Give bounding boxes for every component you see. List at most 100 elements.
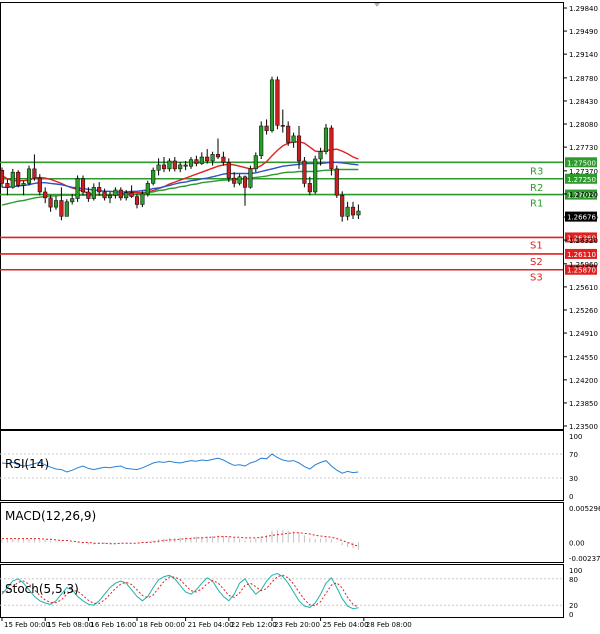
price-axis-label: 1.26320: [569, 237, 598, 245]
time-axis-label: 28 Feb 08:00: [366, 621, 412, 629]
rsi-axis-label: 0: [569, 493, 573, 501]
candle-body: [75, 178, 80, 199]
candle-body: [118, 189, 123, 199]
rsi-pane: RSI(14): [0, 430, 564, 501]
time-axis-label: 22 Feb 12:00: [231, 621, 277, 629]
price-pane: R3 R2 R1 S1 S2 S3: [0, 2, 564, 430]
candle-body: [151, 169, 156, 184]
price-axis-label: 1.29840: [569, 5, 598, 13]
candle-body: [37, 177, 42, 193]
rsi-axis-label: 30: [569, 475, 578, 483]
stoch-axis-label: 0: [569, 611, 573, 619]
candle-body: [21, 183, 26, 186]
level-price-tag-text: 1.27500: [567, 159, 596, 167]
candle-bullish: [151, 167, 156, 186]
candle-body: [64, 201, 69, 217]
level-label-s2: S2: [530, 257, 543, 268]
candle-body: [194, 159, 199, 164]
candle-body: [356, 210, 361, 216]
stoch-axis-label: 80: [569, 576, 578, 584]
candle-body: [226, 162, 231, 179]
rsi-pane-frame: [0, 430, 564, 501]
level-price-tag-text: 1.26110: [567, 251, 596, 259]
candle-body: [275, 79, 280, 126]
candle-body: [113, 189, 118, 196]
rsi-title: RSI(14): [5, 457, 49, 471]
price-axis-label: 1.25260: [569, 307, 598, 315]
price-axis-label: 1.25960: [569, 261, 598, 269]
level-label-r1: R1: [530, 199, 543, 210]
candle-body: [210, 154, 215, 162]
price-pane-frame: [0, 2, 564, 430]
candle-body: [188, 159, 194, 167]
candle-body: [183, 164, 188, 167]
candle-bearish: [329, 125, 334, 176]
candle-body: [350, 206, 356, 216]
stoch-pane: Stoch(5,5,3): [0, 564, 564, 618]
candle-body: [59, 200, 64, 217]
candle-bullish: [248, 165, 253, 189]
candle-body: [48, 197, 53, 208]
macd-axis-label: 0.005296: [569, 505, 600, 513]
candle-body: [340, 194, 345, 217]
candle-body: [259, 125, 264, 156]
candle-body: [215, 154, 221, 158]
macd-axis-label: -0.002379: [569, 555, 600, 563]
stoch-pane-frame: [0, 564, 564, 618]
candle-bearish: [16, 170, 21, 188]
candle-body: [70, 198, 75, 203]
candle-body: [242, 176, 248, 188]
candle-bearish: [302, 157, 307, 188]
level-price-tag-text: 1.27250: [567, 176, 596, 184]
candle-bearish: [275, 76, 280, 130]
price-axis-label: 1.24200: [569, 377, 598, 385]
candle-body: [237, 176, 242, 184]
candle-body: [199, 156, 204, 164]
candle-body: [161, 164, 167, 170]
candle-bearish: [334, 165, 339, 198]
price-axis-label: 1.25610: [569, 284, 598, 292]
price-axis-label: 1.29140: [569, 51, 598, 59]
candle-bullish: [313, 155, 318, 194]
candle-body: [167, 160, 172, 170]
forex-chart: R3 R2 R1 S1 S2 S3 RSI(14) MACD(12,26,9) Stoch…: [0, 2, 600, 629]
price-axis-label: 1.27730: [569, 144, 598, 152]
time-axis-label: 15 Feb 00:00: [4, 621, 50, 629]
candle-body: [53, 200, 59, 208]
time-axis-label: 18 Feb 00:00: [139, 621, 185, 629]
candle-body: [156, 164, 161, 171]
price-axis-label: 1.23500: [569, 423, 598, 431]
price-axis-label: 1.27370: [569, 168, 598, 176]
candle-body: [86, 191, 91, 199]
candle-body: [97, 187, 102, 193]
current-price-text: 1.26676: [567, 214, 596, 222]
candle-body: [307, 183, 312, 193]
candle-body: [0, 169, 5, 184]
price-axis-label: 1.27020: [569, 191, 598, 199]
rsi-axis-label: 70: [569, 451, 578, 459]
candle-body: [253, 155, 258, 170]
candle-body: [286, 125, 291, 143]
candle-body: [318, 151, 323, 160]
candle-body: [134, 196, 140, 205]
time-axis-label: 16 Feb 16:00: [90, 621, 136, 629]
candle-body: [221, 156, 226, 163]
stoch-title: Stoch(5,5,3): [5, 582, 79, 596]
candle-body: [43, 191, 48, 199]
candle-body: [280, 125, 285, 127]
candle-body: [178, 164, 183, 170]
candle-body: [140, 193, 145, 205]
time-axis-label: 15 Feb 08:00: [47, 621, 93, 629]
price-axis-label: 1.28430: [569, 98, 598, 106]
candle-body: [102, 191, 107, 199]
candle-body: [80, 178, 86, 193]
price-axis-label: 1.28780: [569, 75, 598, 83]
price-axis-label: 1.23850: [569, 400, 598, 408]
candle-body: [248, 168, 253, 188]
macd-title: MACD(12,26,9): [5, 509, 96, 523]
level-label-s1: S1: [530, 240, 543, 251]
candle-body: [296, 135, 302, 162]
candle-bullish: [64, 199, 69, 217]
candle-bullish: [269, 76, 275, 133]
candle-body: [32, 168, 37, 179]
